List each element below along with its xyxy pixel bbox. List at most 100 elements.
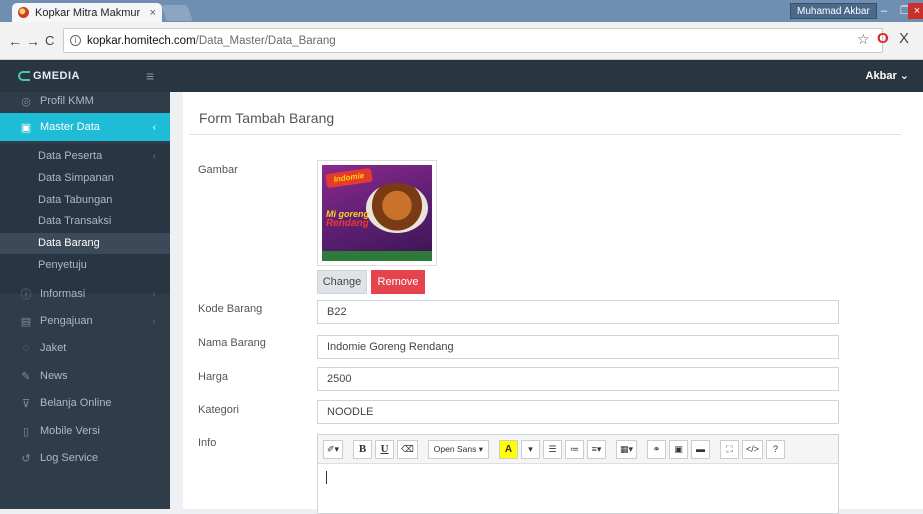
submenu-item-data-transaksi[interactable]: Data Transaksi [0, 211, 170, 232]
url-host: kopkar.homitech.com [87, 34, 196, 47]
logo-mark-icon [18, 71, 30, 81]
harga-label: Harga [198, 371, 228, 383]
sidebar-item-label: Mobile Versi [40, 425, 100, 437]
harga-input[interactable]: 2500 [317, 367, 839, 391]
chevron-left-icon: ‹ [152, 151, 156, 162]
underline-button[interactable]: U [375, 439, 395, 459]
logo-text: GMEDIA [33, 70, 80, 82]
account-menu[interactable]: Akbar ⌄ [866, 69, 909, 82]
url-path: /Data_Master/Data_Barang [195, 34, 336, 47]
browser-toolbar: ← → C i kopkar.homitech.com /Data_Master… [0, 22, 923, 60]
chevron-left-icon: ‹ [152, 288, 156, 300]
bookmark-star-icon[interactable]: ☆ [857, 31, 870, 48]
sidebar-item-label: Belanja Online [40, 397, 112, 409]
sidebar-item-label: Log Service [40, 452, 99, 464]
product-name-text: Mi goreng Rendang [326, 209, 369, 229]
ordered-list-icon[interactable]: ≔ [564, 439, 584, 459]
opera-extension-icon[interactable]: O [877, 30, 889, 47]
nama-barang-label: Nama Barang [198, 337, 266, 349]
new-tab-button[interactable] [161, 5, 193, 21]
site-info-icon[interactable]: i [70, 35, 81, 46]
fullscreen-icon[interactable]: ⛶ [720, 439, 739, 459]
sidebar-item-informasi[interactable]: ⓘ Informasi ‹ [0, 284, 170, 304]
sidebar-item-label: News [40, 370, 68, 382]
help-icon[interactable]: ? [766, 439, 786, 459]
window-close-button[interactable]: × [908, 3, 923, 19]
profile-icon: ◎ [21, 95, 31, 108]
bold-button[interactable]: B [353, 439, 373, 459]
sidebar-item-label: Jaket [40, 342, 67, 354]
sidebar: ◎ Profil KMM ▣ Master Data ‹ Data Pesert… [0, 92, 170, 509]
title-divider [189, 134, 901, 135]
sidebar-item-belanja-online[interactable]: ⊽ Belanja Online [0, 393, 170, 413]
change-image-button[interactable]: Change [317, 270, 367, 294]
product-line2: Rendang [326, 218, 369, 229]
package-strip [322, 251, 432, 261]
sidebar-item-jaket[interactable]: ◌ Jaket [0, 338, 170, 358]
product-image: Indomie Mi goreng Rendang [322, 165, 432, 261]
submenu-item-label: Data Peserta [38, 150, 103, 162]
eraser-icon[interactable]: ⌫ [397, 439, 418, 459]
paragraph-align-icon[interactable]: ≡▾ [586, 439, 606, 459]
text-color-button[interactable]: A [498, 439, 518, 459]
code-view-icon[interactable]: </> [742, 439, 764, 459]
picture-icon[interactable]: ▣ [669, 439, 688, 459]
check-circle-icon: ◌ [22, 342, 30, 354]
app-logo[interactable]: GMEDIA [18, 70, 80, 82]
sidebar-item-profil-kmm[interactable]: ◎ Profil KMM [0, 92, 170, 110]
document-icon: ▤ [20, 315, 32, 328]
browser-tab[interactable]: Kopkar Mitra Makmur × [12, 3, 162, 22]
cart-icon: ⊽ [21, 397, 31, 410]
table-icon[interactable]: ▦▾ [615, 439, 637, 459]
master-data-icon: ▣ [20, 121, 32, 134]
style-magic-icon[interactable]: ✐▾ [323, 439, 344, 459]
kode-barang-input[interactable]: B22 [317, 300, 839, 324]
sidebar-item-master-data[interactable]: ▣ Master Data ‹ [0, 113, 170, 141]
sidebar-item-mobile-versi[interactable]: ▯ Mobile Versi [0, 421, 170, 441]
kategori-label: Kategori [198, 404, 239, 416]
unordered-list-icon[interactable]: ☰ [542, 439, 562, 459]
info-rich-text-editor[interactable]: ✐▾ B U ⌫ Open Sans ▾ A ▾ ☰ ≔ ≡▾ ▦▾ ⚭ ▣ ▬… [317, 434, 839, 514]
page-title: Form Tambah Barang [199, 110, 335, 126]
editor-toolbar: ✐▾ B U ⌫ Open Sans ▾ A ▾ ☰ ≔ ≡▾ ▦▾ ⚭ ▣ ▬… [318, 435, 838, 464]
submenu-item-data-simpanan[interactable]: Data Simpanan [0, 168, 170, 189]
submenu-item-penyetuju[interactable]: Penyetuju [0, 255, 170, 276]
submenu-item-data-tabungan[interactable]: Data Tabungan [0, 190, 170, 211]
product-image-preview: Indomie Mi goreng Rendang [317, 160, 437, 266]
chevron-left-icon: ‹ [152, 121, 156, 133]
remove-image-button[interactable]: Remove [371, 270, 425, 294]
chevron-left-icon: ‹ [152, 315, 156, 327]
extension-x-icon[interactable]: X [899, 30, 909, 47]
nama-barang-input[interactable]: Indomie Goreng Rendang [317, 335, 839, 359]
kategori-input[interactable]: NOODLE [317, 400, 839, 424]
submenu-item-data-barang[interactable]: Data Barang [0, 233, 170, 254]
site-favicon-icon [18, 7, 29, 18]
gambar-label: Gambar [198, 164, 238, 176]
reload-icon[interactable]: C [45, 33, 54, 48]
sidebar-item-log-service[interactable]: ↺ Log Service [0, 448, 170, 468]
app-header: GMEDIA ≡ Akbar ⌄ [0, 60, 923, 92]
menu-toggle-icon[interactable]: ≡ [146, 68, 154, 84]
history-icon: ↺ [21, 452, 31, 465]
video-icon[interactable]: ▬ [691, 439, 710, 459]
sidebar-item-label: Pengajuan [40, 315, 93, 327]
sidebar-item-pengajuan[interactable]: ▤ Pengajuan ‹ [0, 311, 170, 331]
submenu-item-data-peserta[interactable]: Data Peserta ‹ [0, 146, 170, 167]
sidebar-item-label: Informasi [40, 288, 86, 300]
tab-title: Kopkar Mitra Makmur [35, 6, 141, 19]
sidebar-item-news[interactable]: ✎ News [0, 366, 170, 386]
font-family-dropdown[interactable]: Open Sans ▾ [427, 439, 489, 459]
info-label: Info [198, 437, 217, 449]
forward-arrow-icon[interactable]: → [26, 33, 40, 49]
tab-close-icon[interactable]: × [150, 7, 156, 19]
master-data-submenu: Data Peserta ‹ Data Simpanan Data Tabung… [0, 144, 170, 294]
browser-profile-chip[interactable]: Muhamad Akbar [790, 3, 877, 19]
noodle-bowl-image [366, 183, 428, 233]
sidebar-item-label: Master Data [40, 121, 100, 133]
link-icon[interactable]: ⚭ [647, 439, 666, 459]
color-dropdown-icon[interactable]: ▾ [520, 439, 540, 459]
back-arrow-icon[interactable]: ← [8, 33, 22, 49]
mobile-icon: ▯ [22, 425, 30, 438]
sidebar-item-label: Profil KMM [40, 95, 94, 107]
address-bar[interactable]: i kopkar.homitech.com /Data_Master/Data_… [63, 28, 883, 53]
